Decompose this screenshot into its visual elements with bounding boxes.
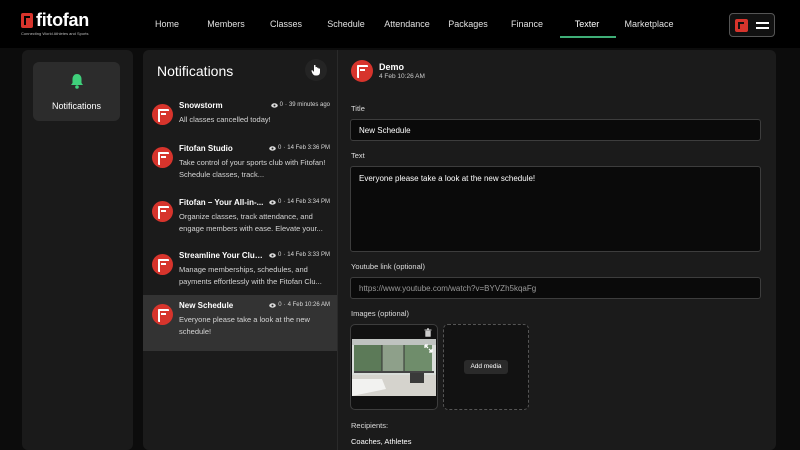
eye-icon — [269, 302, 277, 308]
notification-time: 39 minutes ago — [288, 102, 330, 108]
brand-logo[interactable]: fitofan — [21, 11, 89, 29]
sidebar-item-label: Notifications — [51, 101, 102, 111]
eye-icon — [269, 145, 276, 151]
sent-date: 4 Feb 10:26 AM — [379, 73, 425, 80]
brand-name: fitofan — [36, 10, 89, 30]
notification-meta: 0 · 4 Feb 10:26 AM — [269, 302, 330, 308]
list-title: Notifications — [157, 63, 234, 79]
nav-finance[interactable]: Finance — [511, 19, 543, 29]
sender-avatar — [152, 201, 173, 222]
sidebar-item-notifications[interactable]: Notifications — [33, 62, 120, 121]
view-count: 0 — [278, 302, 282, 308]
hamburger-menu-icon — [756, 22, 769, 29]
sender-name: Demo — [379, 62, 405, 72]
images-label: Images (optional) — [351, 309, 409, 318]
notification-body: Take control of your sports club with Fi… — [179, 158, 326, 179]
list-item[interactable]: Fitofan – Your All-in-... 0 · 14 Feb 3:34… — [143, 192, 337, 248]
trash-icon[interactable] — [424, 328, 432, 337]
notification-meta: 0 · 14 Feb 3:36 PM — [269, 145, 330, 151]
notification-meta: 0 · 14 Feb 3:34 PM — [269, 199, 330, 205]
youtube-label: Youtube link (optional) — [351, 262, 425, 271]
nav-attendance[interactable]: Attendance — [384, 19, 430, 29]
recipients-value: Coaches, Athletes — [351, 437, 412, 446]
notification-title: Fitofan – Your All-in-... — [179, 198, 264, 207]
notification-title: Snowstorm — [179, 101, 223, 110]
view-count: 0 — [277, 199, 282, 205]
brand-tagline: Connecting World Athletes and Sports — [21, 31, 89, 36]
notification-meta: 0 · 14 Feb 3:33 PM — [269, 252, 330, 258]
notification-body: All classes cancelled today! — [179, 115, 271, 124]
notification-title: Fitofan Studio — [179, 144, 233, 153]
text-label: Text — [351, 151, 365, 160]
pointer-cursor-icon[interactable] — [305, 59, 327, 81]
sender-avatar — [152, 254, 173, 275]
notification-body: Organize classes, track attendance, and … — [179, 212, 323, 233]
notification-meta: 0 · 39 minutes ago — [270, 102, 330, 108]
notification-body: Manage memberships, schedules, and payme… — [179, 265, 322, 286]
expand-icon[interactable] — [424, 344, 433, 353]
recipients-label: Recipients: — [351, 421, 389, 430]
brand-logo-mark — [21, 13, 33, 28]
notification-title: New Schedule — [179, 301, 234, 310]
list-item[interactable]: Fitofan Studio 0 · 14 Feb 3:36 PM Take co… — [143, 138, 337, 194]
eye-icon — [269, 199, 276, 205]
notification-time: 14 Feb 3:34 PM — [287, 199, 330, 205]
sender-avatar — [152, 104, 173, 125]
eye-icon — [270, 102, 278, 108]
nav-texter[interactable]: Texter — [575, 19, 600, 29]
nav-home[interactable]: Home — [155, 19, 179, 29]
nav-packages[interactable]: Packages — [448, 19, 488, 29]
view-count: 0 — [279, 102, 283, 108]
list-item[interactable]: Streamline Your Club ... 0 · 14 Feb 3:33 … — [143, 245, 337, 301]
youtube-link-input[interactable] — [350, 277, 761, 299]
bell-icon — [71, 74, 83, 89]
notification-title: Streamline Your Club ... — [179, 251, 265, 260]
view-count: 0 — [277, 145, 282, 151]
account-menu-button[interactable] — [729, 13, 775, 37]
notification-time: 14 Feb 3:36 PM — [287, 145, 330, 151]
notification-body: Everyone please take a look at the new s… — [179, 315, 310, 336]
text-input[interactable]: Everyone please take a look at the new s… — [350, 166, 761, 252]
title-input[interactable] — [350, 119, 761, 141]
active-tab-indicator — [560, 36, 616, 38]
view-count: 0 — [277, 252, 282, 258]
eye-icon — [269, 252, 276, 258]
sender-avatar — [152, 304, 173, 325]
nav-schedule[interactable]: Schedule — [327, 19, 365, 29]
nav-members[interactable]: Members — [207, 19, 245, 29]
top-navigation-bar: fitofan Connecting World Athletes and Sp… — [0, 0, 800, 48]
club-logo-icon — [735, 19, 748, 32]
title-label: Title — [351, 104, 365, 113]
nav-classes[interactable]: Classes — [270, 19, 302, 29]
nav-marketplace[interactable]: Marketplace — [624, 19, 673, 29]
notification-time: 14 Feb 3:33 PM — [287, 252, 330, 258]
notification-time: 4 Feb 10:26 AM — [287, 302, 330, 308]
sender-avatar — [152, 147, 173, 168]
list-item-selected[interactable]: New Schedule 0 · 4 Feb 10:26 AM Everyone … — [143, 295, 337, 351]
add-media-button[interactable]: Add media — [464, 360, 508, 374]
sender-avatar — [351, 60, 373, 82]
